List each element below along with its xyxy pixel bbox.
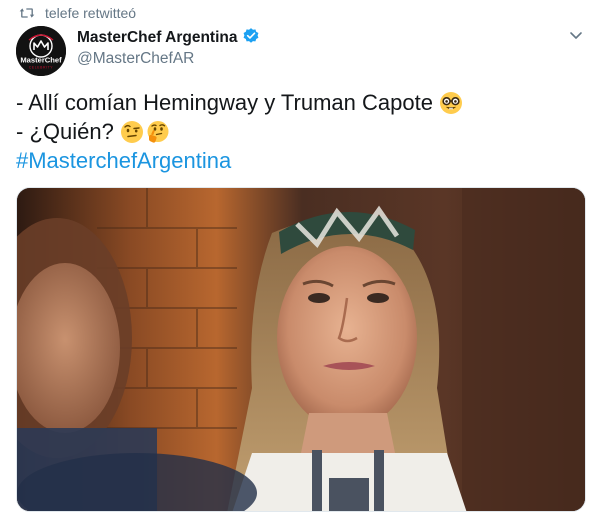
tweet-hashtag-line: #MasterchefArgentina bbox=[16, 146, 586, 175]
tweet-photo[interactable] bbox=[16, 187, 586, 512]
tweet-card[interactable]: telefe retwitteó MasterChef CELEBRITY Ma… bbox=[0, 0, 603, 518]
author-block[interactable]: MasterChef Argentina @MasterChefAR bbox=[77, 27, 260, 68]
avatar[interactable]: MasterChef CELEBRITY bbox=[16, 26, 66, 76]
avatar-logo-subtext: CELEBRITY bbox=[29, 66, 53, 70]
nerd-face-emoji-icon bbox=[439, 91, 463, 115]
face-with-raised-eyebrow-emoji-icon bbox=[120, 120, 144, 144]
chevron-down-icon[interactable] bbox=[567, 26, 585, 44]
avatar-logo-text: MasterChef bbox=[20, 56, 62, 65]
retweet-icon bbox=[19, 6, 35, 20]
masterchef-logo: MasterChef CELEBRITY bbox=[16, 26, 66, 76]
retweet-label: telefe retwitteó bbox=[45, 5, 137, 21]
hashtag-link[interactable]: #MasterchefArgentina bbox=[16, 146, 231, 175]
author-display-name[interactable]: MasterChef Argentina bbox=[77, 29, 237, 47]
photo-image bbox=[17, 188, 585, 511]
tweet-line-1: - Allí comían Hemingway y Truman Capote bbox=[16, 88, 586, 117]
retweet-context[interactable]: telefe retwitteó bbox=[19, 3, 136, 23]
verified-badge-icon bbox=[242, 27, 260, 50]
tweet-line-2: - ¿Quién? bbox=[16, 117, 586, 146]
author-handle[interactable]: @MasterChefAR bbox=[77, 50, 260, 68]
tweet-line-1-text: - Allí comían Hemingway y Truman Capote bbox=[16, 90, 433, 115]
thinking-face-emoji-icon bbox=[146, 120, 170, 144]
tweet-text: - Allí comían Hemingway y Truman Capote … bbox=[16, 88, 586, 175]
tweet-line-2-text: - ¿Quién? bbox=[16, 119, 114, 144]
